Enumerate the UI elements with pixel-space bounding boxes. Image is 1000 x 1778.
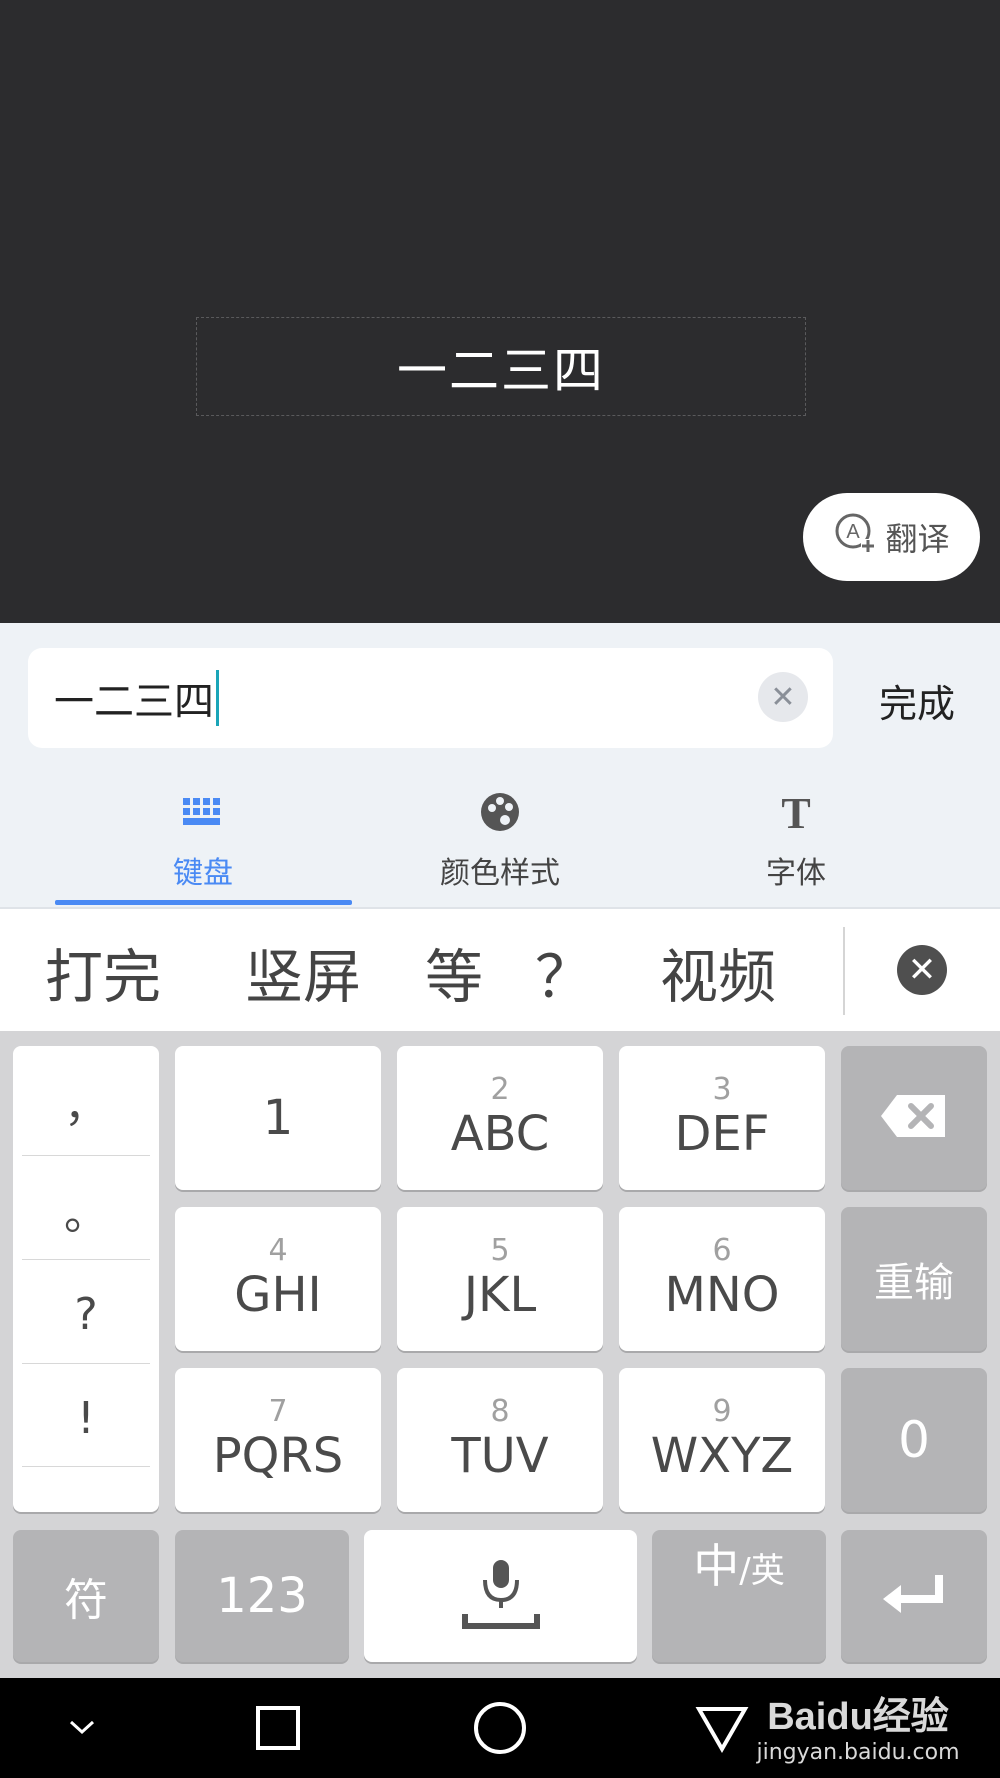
key-letters: MNO — [664, 1267, 780, 1323]
symbols-label: 符 — [64, 1575, 108, 1626]
language-toggle-key[interactable]: 中/英 — [652, 1530, 826, 1662]
tab-keyboard[interactable]: 键盘 — [55, 790, 351, 905]
candidate-item[interactable]: 打完 — [45, 922, 161, 1022]
key-number: 7 — [268, 1394, 288, 1429]
hide-keyboard-button[interactable] — [52, 1700, 112, 1760]
close-icon: ✕ — [907, 950, 937, 990]
candidate-item[interactable]: 竖屏 — [245, 922, 361, 1022]
key-letters: TUV — [451, 1428, 549, 1484]
key-0[interactable]: 0 — [841, 1368, 987, 1512]
palette-icon — [478, 790, 522, 842]
key-letters: GHI — [234, 1267, 322, 1323]
baidu-watermark: Baidu经验 jingyan.baidu.com — [718, 1672, 998, 1778]
watermark-sub: jingyan.baidu.com — [756, 1740, 960, 1765]
text-input[interactable]: 一二三四 — [28, 648, 833, 748]
enter-icon — [879, 1569, 949, 1623]
translate-label: 翻译 — [885, 520, 950, 558]
key-number: 4 — [268, 1233, 288, 1268]
svg-text:T: T — [781, 790, 810, 834]
translate-button[interactable]: A 翻译 — [803, 493, 980, 581]
key-5-jkl[interactable]: 5 JKL — [397, 1207, 603, 1351]
key-number: 3 — [712, 1072, 732, 1107]
candidate-item[interactable]: 视频 — [660, 922, 776, 1022]
key-6-mno[interactable]: 6 MNO — [619, 1207, 825, 1351]
key-letters: JKL — [463, 1267, 537, 1323]
input-value: 一二三四 — [54, 679, 214, 725]
key-number: 9 — [712, 1394, 732, 1429]
active-tab-indicator — [55, 900, 352, 905]
divider — [22, 1363, 150, 1364]
lang-sub-label: /英 — [739, 1551, 785, 1591]
tab-color-style[interactable]: 颜色样式 — [352, 790, 648, 905]
tab-keyboard-label: 键盘 — [173, 856, 233, 891]
punct-key[interactable]: ? — [22, 1262, 150, 1366]
key-4-ghi[interactable]: 4 GHI — [175, 1207, 381, 1351]
text-caret — [216, 670, 219, 726]
key-3-def[interactable]: 3 DEF — [619, 1046, 825, 1190]
font-icon: T — [774, 789, 818, 842]
key-letters: 0 — [898, 1411, 930, 1469]
home-button[interactable] — [470, 1700, 530, 1760]
tab-font-label: 字体 — [766, 856, 826, 891]
key-9-wxyz[interactable]: 9 WXYZ — [619, 1368, 825, 1512]
key-number: 8 — [490, 1394, 510, 1429]
text-sticker[interactable]: 一二三四 — [196, 317, 806, 416]
close-icon: ✕ — [770, 679, 796, 715]
numeric-key[interactable]: 123 — [175, 1530, 349, 1662]
key-number: 6 — [712, 1233, 732, 1268]
tab-color-style-label: 颜色样式 — [440, 856, 560, 891]
close-candidates-button[interactable]: ✕ — [897, 945, 947, 995]
key-7-pqrs[interactable]: 7 PQRS — [175, 1368, 381, 1512]
key-letters: PQRS — [212, 1428, 344, 1484]
square-icon — [255, 1705, 301, 1755]
key-2-abc[interactable]: 2 ABC — [397, 1046, 603, 1190]
enter-key[interactable] — [841, 1530, 987, 1662]
backspace-key[interactable] — [841, 1046, 987, 1190]
symbols-key[interactable]: 符 — [13, 1530, 159, 1662]
candidate-item[interactable]: ？ — [535, 922, 593, 1022]
reinput-key[interactable]: 重输 — [841, 1207, 987, 1351]
key-letters: 1 — [262, 1090, 294, 1146]
key-number: 2 — [490, 1072, 510, 1107]
translate-icon: A — [833, 511, 877, 563]
divider — [22, 1155, 150, 1156]
clear-input-button[interactable]: ✕ — [758, 672, 808, 722]
numeric-label: 123 — [216, 1568, 308, 1624]
key-letters: DEF — [674, 1106, 770, 1162]
divider — [22, 1259, 150, 1260]
lang-main-label: 中 — [693, 1539, 740, 1593]
keyboard-icon — [181, 790, 225, 842]
punct-key[interactable]: ， — [22, 1050, 150, 1154]
svg-text:A: A — [847, 521, 861, 543]
key-letters: ABC — [450, 1106, 550, 1162]
candidate-item[interactable]: 等 — [425, 922, 483, 1022]
chevron-down-icon — [67, 1718, 97, 1742]
space-voice-key[interactable] — [364, 1530, 637, 1662]
key-8-tuv[interactable]: 8 TUV — [397, 1368, 603, 1512]
circle-icon — [473, 1701, 527, 1759]
key-letters: WXYZ — [650, 1428, 794, 1484]
watermark-main: Baidu经验 — [767, 1696, 949, 1738]
tab-font[interactable]: T 字体 — [648, 789, 944, 905]
backspace-icon — [879, 1093, 949, 1143]
punct-key[interactable]: 。 — [22, 1158, 150, 1262]
recents-button[interactable] — [248, 1700, 308, 1760]
key-number: 5 — [490, 1233, 510, 1268]
divider — [843, 927, 845, 1015]
divider — [22, 1466, 150, 1467]
microphone-space-icon — [461, 1556, 541, 1636]
done-button[interactable]: 完成 — [862, 672, 972, 728]
key-1[interactable]: 1 — [175, 1046, 381, 1190]
reinput-label: 重输 — [874, 1260, 954, 1306]
punct-key[interactable]: ! — [22, 1366, 150, 1470]
sticker-text: 一二三四 — [397, 341, 605, 400]
